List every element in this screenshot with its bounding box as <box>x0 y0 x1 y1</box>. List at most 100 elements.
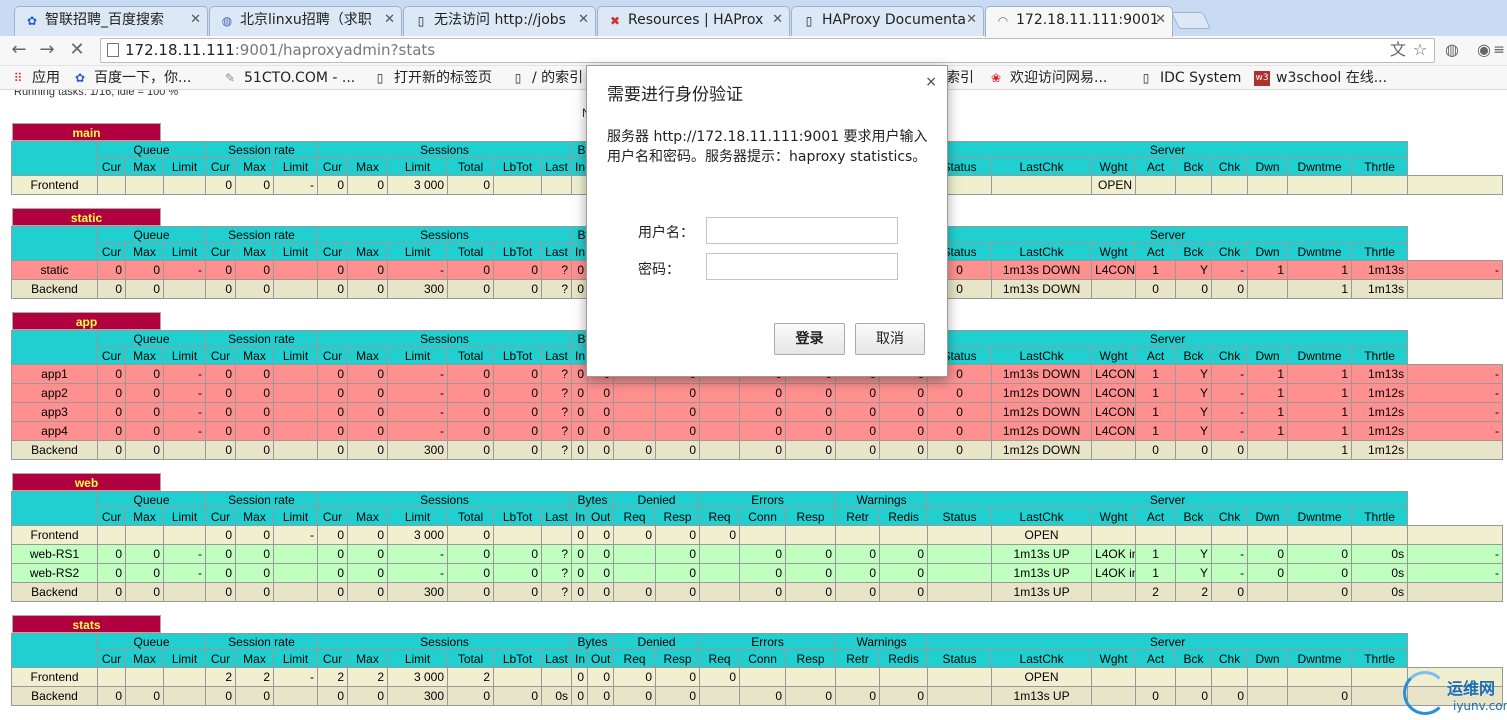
table-cell <box>163 525 206 545</box>
table-cell: 0 <box>447 421 495 441</box>
row-label[interactable]: Backend <box>11 440 98 460</box>
bookmark-netease[interactable]: ❀ 欢迎访问网易... <box>988 68 1107 88</box>
row-label[interactable]: Frontend <box>11 667 98 687</box>
row-label[interactable]: Frontend <box>11 175 98 195</box>
proxy-name[interactable]: static <box>12 208 161 226</box>
bookmark-newtab[interactable]: ▯ 打开新的标签页 <box>372 68 492 88</box>
tab-4[interactable]: ▯ HAProxy Documenta ✕ <box>791 6 984 36</box>
row-label[interactable]: Backend <box>11 582 98 602</box>
table-cell[interactable]: 1m13s DOWN <box>991 279 1093 299</box>
table-cell[interactable]: 1m13s UP <box>991 686 1093 706</box>
header-bck: Bck <box>1175 507 1213 526</box>
table-cell[interactable]: 1m12s DOWN <box>991 440 1093 460</box>
cancel-button[interactable]: 取消 <box>855 323 925 355</box>
table-cell[interactable]: 1m13s UP <box>991 563 1093 583</box>
running-tasks: Running tasks: 1/16; idle = 100 % <box>14 90 179 98</box>
table-cell: 0 <box>235 383 274 403</box>
translate-icon[interactable]: 文 <box>1388 40 1408 60</box>
row-label[interactable]: app2 <box>11 383 98 403</box>
header-chk: Chk <box>1211 346 1249 365</box>
new-tab-button[interactable] <box>1171 12 1211 29</box>
header-group-sessions: Sessions <box>317 226 573 243</box>
proxy-name[interactable]: main <box>12 123 161 141</box>
row-label[interactable]: Backend <box>11 279 98 299</box>
bookmark-index[interactable]: ▯ / 的索引 <box>510 68 583 88</box>
table-cell: 0 <box>927 421 993 441</box>
close-icon[interactable]: ✕ <box>1155 7 1166 33</box>
header-in: In <box>571 649 589 668</box>
bookmark-idc[interactable]: ▯ IDC System <box>1138 68 1242 88</box>
row-label[interactable]: Backend <box>11 686 98 706</box>
table-cell: 0 <box>571 383 589 403</box>
row-label[interactable]: web-RS2 <box>11 563 98 583</box>
table-cell: 0 <box>587 421 615 441</box>
tab-3[interactable]: ✖ Resources | HAProx ✕ <box>597 6 790 36</box>
table-cell[interactable]: 1m13s UP <box>991 544 1093 564</box>
header-lastchk: LastChk <box>991 649 1093 668</box>
table-cell: 0 <box>835 686 881 706</box>
row-label[interactable]: app4 <box>11 421 98 441</box>
tab-5[interactable]: ◠ 172.18.11.111:9001 ✕ <box>985 6 1173 37</box>
close-icon[interactable]: ✕ <box>772 7 783 33</box>
proxy-name[interactable]: web <box>12 473 161 491</box>
star-icon[interactable]: ☆ <box>1410 40 1430 60</box>
close-icon[interactable]: ✕ <box>966 7 977 33</box>
login-button[interactable]: 登录 <box>774 323 845 355</box>
password-input[interactable] <box>706 253 898 280</box>
close-icon[interactable]: ✕ <box>384 7 395 33</box>
forward-arrow-icon[interactable]: → <box>36 38 58 62</box>
table-cell: 0 <box>347 421 389 441</box>
close-icon[interactable]: ✕ <box>190 7 201 33</box>
table-cell[interactable]: 1m12s DOWN <box>991 402 1093 422</box>
table-cell: 1 <box>1247 402 1289 422</box>
proxy-name[interactable]: app <box>12 312 161 330</box>
header-thrtle: Thrtle <box>1351 242 1409 261</box>
back-arrow-icon[interactable]: ← <box>8 38 30 62</box>
header-act: Act <box>1135 649 1177 668</box>
close-icon[interactable]: × <box>925 74 937 90</box>
table-cell[interactable] <box>991 175 1093 195</box>
table-cell: 0 <box>1175 686 1213 706</box>
bookmark-baidu[interactable]: ✿ 百度一下，你... <box>72 68 191 88</box>
bookmark-apps[interactable]: ⠿ 应用 <box>10 68 60 88</box>
table-cell: 0 <box>347 582 389 602</box>
bookmark-w3school[interactable]: w3 w3school 在线... <box>1254 68 1387 88</box>
proxy-name[interactable]: stats <box>12 615 161 633</box>
tab-0[interactable]: ✿ 智联招聘_百度搜索 ✕ <box>14 6 208 36</box>
menu-icon[interactable]: ≡ <box>1489 40 1507 60</box>
row-label[interactable]: app3 <box>11 402 98 422</box>
table-cell[interactable]: 1m12s DOWN <box>991 383 1093 403</box>
close-icon[interactable]: ✕ <box>578 7 589 33</box>
table-cell <box>699 563 741 583</box>
tab-2[interactable]: ▯ 无法访问 http://jobs ✕ <box>403 6 596 36</box>
address-bar[interactable]: 172.18.11.111:9001/haproxyadmin?stats <box>100 38 1435 63</box>
header-dwn: Dwn <box>1247 649 1289 668</box>
tab-1[interactable]: ◍ 北京linxu招聘（求职 ✕ <box>209 6 402 36</box>
table-cell[interactable]: 1m13s DOWN <box>991 260 1093 280</box>
table-cell: - <box>163 544 206 564</box>
bookmark-label: / 的索引 <box>532 70 584 86</box>
header-group-queue: Queue <box>97 330 206 347</box>
table-cell[interactable]: 1m13s DOWN <box>991 364 1093 384</box>
header-max: Max <box>347 242 389 261</box>
row-label[interactable]: web-RS1 <box>11 544 98 564</box>
table-cell[interactable]: OPEN <box>991 667 1093 687</box>
table-cell: 0 <box>739 686 787 706</box>
header-group-session_rate: Session rate <box>204 141 319 158</box>
stop-icon[interactable]: ✕ <box>66 38 88 62</box>
header-max: Max <box>125 242 164 261</box>
header-wght: Wght <box>1091 346 1137 365</box>
row-label[interactable]: Frontend <box>11 525 98 545</box>
globe-icon[interactable]: ◍ <box>1442 40 1462 60</box>
bookmark-51cto[interactable]: ✎ 51CTO.COM - ... <box>222 68 355 88</box>
table-cell[interactable]: OPEN <box>991 525 1093 545</box>
table-cell: 0 <box>1211 686 1249 706</box>
username-input[interactable] <box>706 217 898 244</box>
table-cell[interactable]: 1m13s UP <box>991 582 1093 602</box>
table-cell: 0 <box>125 279 164 299</box>
table-cell: 0 <box>587 525 615 545</box>
row-label[interactable]: static <box>11 260 98 280</box>
table-cell <box>613 383 657 403</box>
table-cell[interactable]: 1m12s DOWN <box>991 421 1093 441</box>
row-label[interactable]: app1 <box>11 364 98 384</box>
